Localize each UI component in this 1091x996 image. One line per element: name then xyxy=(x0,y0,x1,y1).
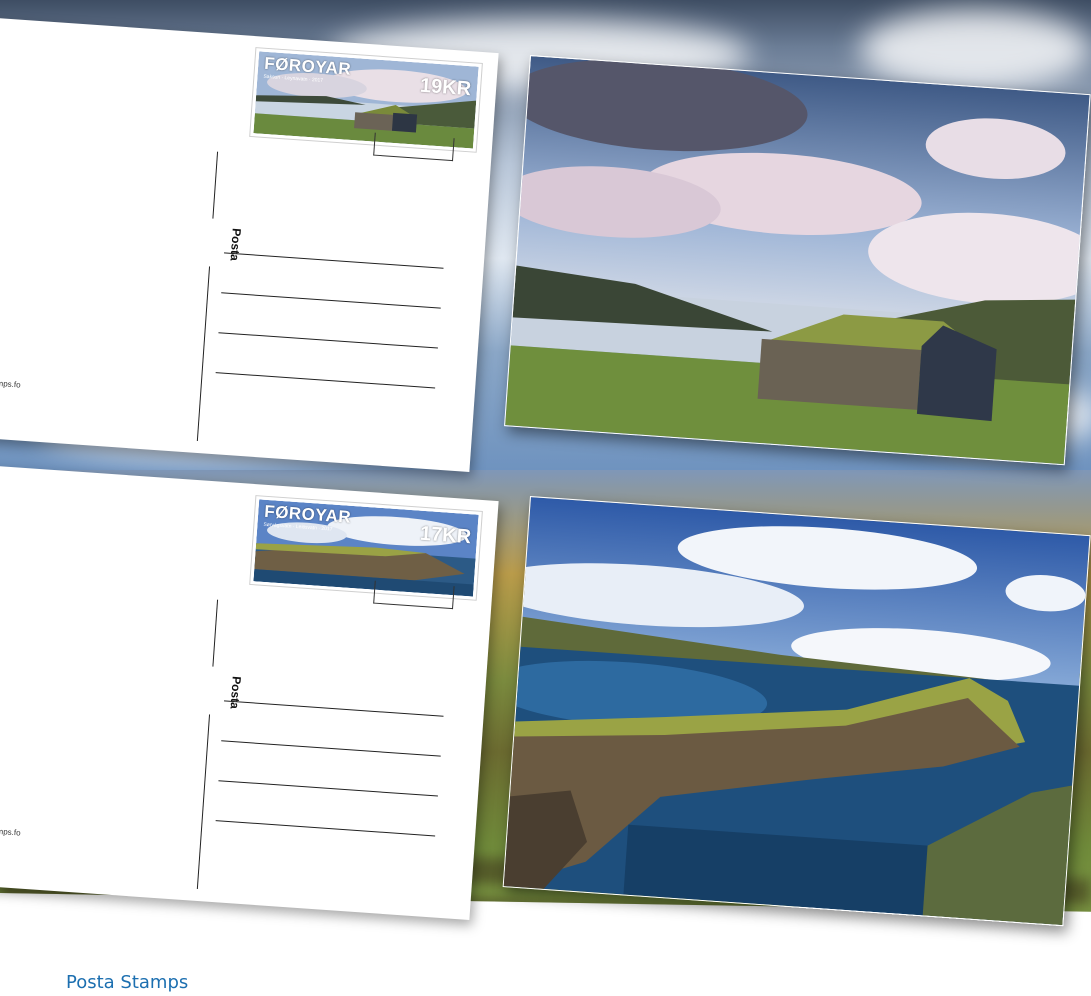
postcard-back: FØROYAR Sørvágsvatn · Leitisvatn · 2017 … xyxy=(0,462,499,921)
address-line xyxy=(215,820,436,837)
website-text: vw.stamps.fo xyxy=(0,825,21,838)
address-line xyxy=(218,332,438,349)
stamp: FØROYAR Sørvágsvatn · Leitisvatn · 2017 … xyxy=(249,494,483,601)
address-line xyxy=(215,372,436,389)
postcard-photo xyxy=(502,496,1091,927)
stamp-value: 19KR xyxy=(419,74,472,101)
page-title: Posta Stamps xyxy=(66,972,189,993)
cloud-shape xyxy=(860,10,1090,90)
address-line xyxy=(223,252,444,269)
card-divider xyxy=(196,151,219,442)
stamp-value: 17KR xyxy=(419,522,472,549)
collage-scene: FØROYAR Saksun · Leynavatn · 2017 19KR P… xyxy=(0,0,1091,996)
card-divider xyxy=(196,599,219,890)
postmark-box xyxy=(373,580,455,610)
postcard-back: FØROYAR Saksun · Leynavatn · 2017 19KR P… xyxy=(0,14,499,473)
turf-house-image xyxy=(505,56,1090,465)
stamp: FØROYAR Saksun · Leynavatn · 2017 19KR xyxy=(249,46,483,153)
posta-label: Posta xyxy=(227,675,244,709)
address-line xyxy=(221,740,441,757)
posta-logo: Posta xyxy=(201,665,245,717)
postmark-box xyxy=(373,132,455,162)
address-line xyxy=(221,292,441,309)
website-text: vw.stamps.fo xyxy=(0,377,21,390)
address-line xyxy=(218,780,438,797)
sea-cliff-image xyxy=(503,497,1090,926)
postcard-photo xyxy=(504,55,1091,466)
posta-label: Posta xyxy=(227,227,244,261)
posta-logo: Posta xyxy=(201,217,245,269)
address-line xyxy=(223,700,444,717)
